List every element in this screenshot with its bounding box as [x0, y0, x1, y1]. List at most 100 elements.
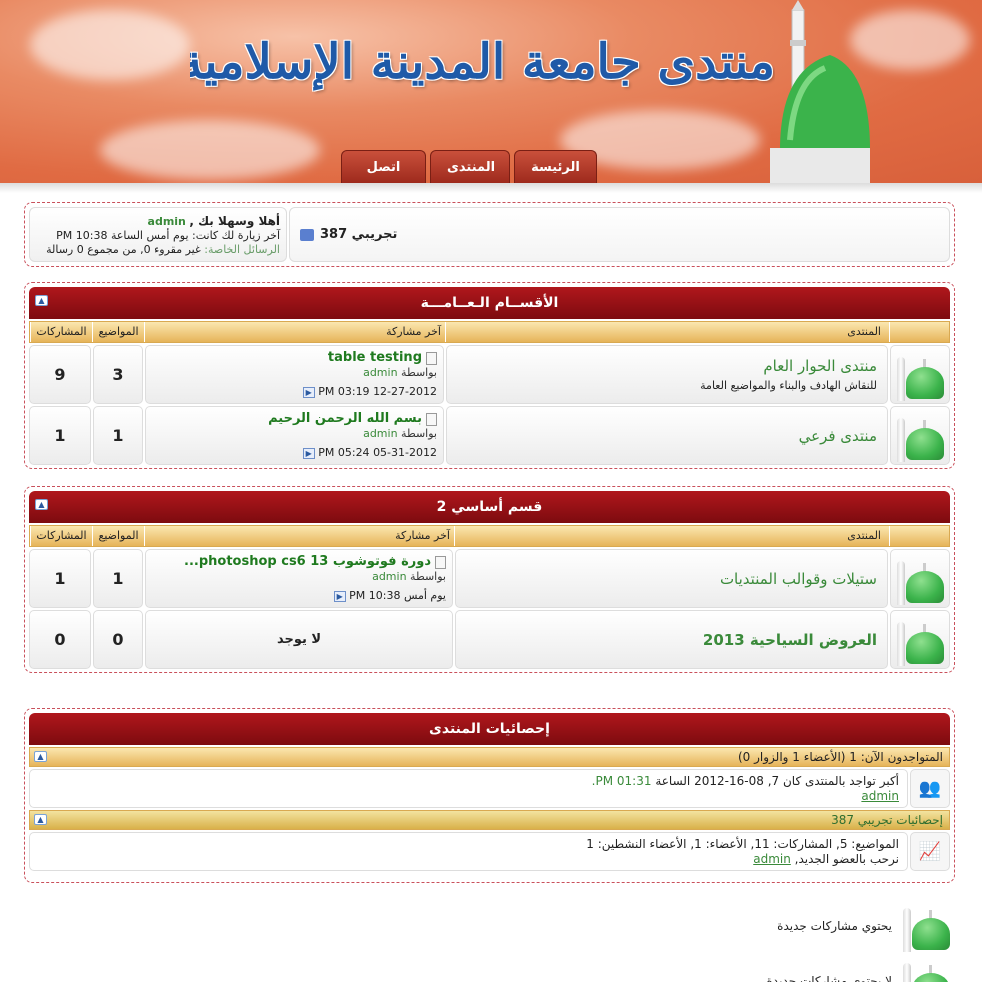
max-online-row: أكبر تواجد بالمنتدى كان 7, 08-16-2012 ال…	[29, 769, 950, 808]
last-visit-text: آخر زيارة لك كانت: يوم أمس الساعة 10:38 …	[56, 229, 280, 242]
forum-info-cell: منتدى الحوار العام للنقاش الهادف والبناء…	[446, 345, 888, 404]
forum-status-icon	[894, 614, 946, 666]
category-title[interactable]: قسم أساسي 2	[437, 499, 543, 515]
column-header-row: المشاركات المواضيع آخر مشاركة المنتدى	[29, 321, 950, 343]
forum-row: 9 3 table testing بواسطة admin 12-27-201…	[29, 345, 950, 404]
cloud-decoration	[100, 120, 320, 180]
greeting-text: أهلا وسهلا بك ,	[189, 214, 280, 228]
nav-tab-contact[interactable]: اتصل بنا	[341, 150, 426, 183]
column-topics: المواضيع	[92, 322, 144, 342]
forum-row: 1 1 بسم الله الرحمن الرحيم بواسطة admin …	[29, 406, 950, 465]
collapse-icon[interactable]: ▲	[34, 814, 47, 825]
last-post-date: يوم أمس 10:38 PM	[349, 589, 446, 602]
users-icon: 👥	[910, 769, 950, 808]
forum-posts-count: 9	[29, 345, 91, 404]
by-label: بواسطة	[401, 427, 437, 440]
nav-tab-forum[interactable]: المنتدى	[430, 150, 510, 183]
online-users-text[interactable]: المتواجدون الآن: 1 (الأعضاء 1 والزوار 0)	[738, 750, 943, 764]
last-post-title[interactable]: بسم الله الرحمن الرحيم	[268, 411, 422, 426]
forum-info-cell: ستيلات وقوالب المنتديات	[455, 549, 888, 608]
forum-name-link[interactable]: منتدى الحوار العام	[457, 357, 877, 375]
forum-topics-count: 0	[93, 610, 143, 669]
site-name-link[interactable]: تجريبي 387	[320, 227, 397, 242]
forum-info-cell: منتدى فرعي	[446, 406, 888, 465]
forum-topics-count: 3	[93, 345, 143, 404]
forum-status-cell	[890, 549, 950, 608]
user-welcome-panel: أهلا وسهلا بك , admin آخر زيارة لك كانت:…	[29, 207, 287, 262]
legend-label: يحتوي مشاركات جديدة	[777, 919, 892, 933]
category-basic-2: ▲ قسم أساسي 2 المشاركات المواضيع آخر مشا…	[24, 486, 955, 673]
forum-posts-count: 1	[29, 549, 91, 608]
forum-name-link[interactable]: منتدى فرعي	[457, 427, 877, 445]
max-online-text: أكبر تواجد بالمنتدى كان 7, 08-16-2012 ال…	[655, 774, 899, 788]
column-topics: المواضيع	[92, 526, 144, 546]
last-post-cell: دورة فوتوشوب photoshop cs6 13... بواسطة …	[145, 549, 453, 608]
site-stats-row: المواضيع: 5, المشاركات: 11, الأعضاء: 1, …	[29, 832, 950, 871]
legend-no-new-posts: لا يحتوي مشاركات جديدة	[767, 955, 952, 982]
last-post-cell: table testing بواسطة admin 12-27-2012 03…	[145, 345, 444, 404]
username-link[interactable]: admin	[148, 215, 186, 228]
forum-new-posts-icon	[900, 900, 952, 952]
welcome-box: أهلا وسهلا بك , admin آخر زيارة لك كانت:…	[24, 202, 955, 267]
forum-name-link[interactable]: العروض السياحية 2013	[466, 631, 877, 649]
forum-info-cell: العروض السياحية 2013	[455, 610, 888, 669]
last-post-user[interactable]: admin	[372, 570, 406, 583]
main-nav: اتصل بنا المنتدى الرئيسة	[341, 150, 597, 183]
last-post-title[interactable]: دورة فوتوشوب photoshop cs6 13...	[184, 554, 431, 569]
forum-status-icon	[894, 410, 946, 462]
max-online-time: 01:31 PM.	[591, 774, 652, 788]
collapse-icon[interactable]: ▲	[34, 751, 47, 762]
last-post-none: لا يوجد	[145, 610, 453, 669]
last-post-date: 12-27-2012 03:19 PM	[318, 385, 437, 398]
collapse-icon[interactable]: ▲	[35, 295, 48, 306]
forum-status-cell	[890, 345, 950, 404]
site-name-panel: تجريبي 387	[289, 207, 950, 262]
site-stats-header: ▲ إحصائيات تجريبي 387	[29, 810, 950, 830]
column-forum: المنتدى	[445, 322, 889, 342]
last-post-user[interactable]: admin	[363, 366, 397, 379]
category-header: ▲ الأقســام الـعــامـــة	[29, 287, 950, 319]
private-messages-link[interactable]: الرسائل الخاصة:	[204, 243, 280, 256]
column-header-row: المشاركات المواضيع آخر مشاركة المنتدى	[29, 525, 950, 547]
nav-tab-home[interactable]: الرئيسة	[514, 150, 597, 183]
site-stats-title: إحصائيات تجريبي 387	[831, 813, 943, 827]
max-online-cell: أكبر تواجد بالمنتدى كان 7, 08-16-2012 ال…	[29, 769, 908, 808]
forum-topics-count: 1	[93, 406, 143, 465]
new-member-link[interactable]: admin	[753, 852, 791, 866]
go-to-post-icon[interactable]: ▶	[302, 386, 315, 398]
forum-status-icon	[894, 349, 946, 401]
post-icon	[426, 351, 437, 365]
site-header: منتدى جامعة المدينة الإسلامية العالمية ا…	[0, 0, 982, 183]
cloud-decoration	[30, 10, 190, 80]
column-last-post: آخر مشاركة	[144, 322, 445, 342]
chart-icon: 📈	[910, 832, 950, 871]
max-online-user-link[interactable]: admin	[861, 789, 899, 803]
stats-header: إحصائيات المنتدى	[29, 713, 950, 745]
online-users-header: ▲ المتواجدون الآن: 1 (الأعضاء 1 والزوار …	[29, 747, 950, 767]
category-header: ▲ قسم أساسي 2	[29, 491, 950, 523]
forum-posts-count: 1	[29, 406, 91, 465]
forum-status-cell	[890, 610, 950, 669]
stats-title: إحصائيات المنتدى	[429, 721, 550, 737]
mosque-dome-logo	[770, 0, 870, 183]
header-divider	[0, 183, 982, 193]
go-to-post-icon[interactable]: ▶	[333, 590, 346, 602]
by-label: بواسطة	[410, 570, 446, 583]
forum-row: 1 1 دورة فوتوشوب photoshop cs6 13... بوا…	[29, 549, 950, 608]
folder-icon	[300, 228, 314, 241]
column-posts: المشاركات	[30, 526, 92, 546]
legend-label: لا يحتوي مشاركات جديدة	[766, 974, 892, 982]
category-general: ▲ الأقســام الـعــامـــة المشاركات الموا…	[24, 282, 955, 469]
forum-topics-count: 1	[93, 549, 143, 608]
collapse-icon[interactable]: ▲	[35, 499, 48, 510]
forum-description: للنقاش الهادف والبناء والمواضيع العامة	[700, 379, 877, 392]
legend-new-posts: يحتوي مشاركات جديدة	[777, 900, 952, 952]
last-post-user[interactable]: admin	[363, 427, 397, 440]
category-title[interactable]: الأقســام الـعــامـــة	[421, 295, 559, 311]
last-post-title[interactable]: table testing	[328, 350, 422, 365]
forum-row: 0 0 لا يوجد العروض السياحية 2013	[29, 610, 950, 669]
go-to-post-icon[interactable]: ▶	[302, 447, 315, 459]
site-logo-title[interactable]: منتدى جامعة المدينة الإسلامية العالمية	[190, 22, 775, 102]
forum-posts-count: 0	[29, 610, 91, 669]
forum-name-link[interactable]: ستيلات وقوالب المنتديات	[466, 570, 877, 588]
